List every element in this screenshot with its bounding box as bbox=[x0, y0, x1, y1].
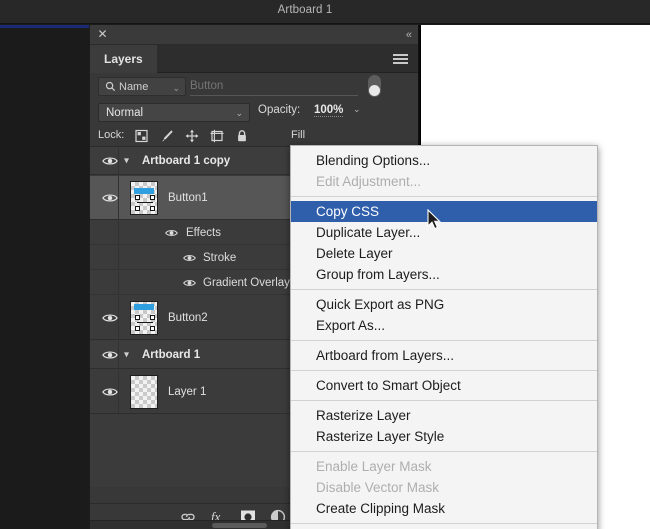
visibility-eye-icon[interactable] bbox=[183, 278, 196, 287]
layer-name: Effects bbox=[186, 226, 221, 239]
visibility-eye-icon[interactable] bbox=[183, 253, 196, 262]
layer-filter-row: Name ⌄ bbox=[90, 73, 418, 101]
filter-kind-dropdown[interactable]: Name ⌄ bbox=[98, 77, 186, 96]
opacity-value[interactable]: 100% bbox=[314, 104, 344, 117]
blue-guide-rule bbox=[0, 25, 89, 28]
visibility-eye-icon[interactable] bbox=[102, 192, 118, 203]
filter-name-input[interactable] bbox=[190, 77, 358, 96]
layer-name: Layer 1 bbox=[168, 385, 207, 398]
row-divider bbox=[118, 221, 119, 244]
brush-icon[interactable] bbox=[159, 128, 175, 144]
row-divider bbox=[118, 246, 119, 269]
menu-item-delete-layer[interactable]: Delete Layer bbox=[291, 243, 597, 264]
menu-item-group-from-layers[interactable]: Group from Layers... bbox=[291, 264, 597, 285]
mouse-cursor bbox=[427, 209, 441, 230]
menu-separator bbox=[291, 370, 597, 371]
menu-item-disable-vector-mask: Disable Vector Mask bbox=[316, 480, 440, 495]
menu-item-enable-layer-mask: Enable Layer Mask bbox=[316, 459, 432, 474]
row-divider bbox=[118, 176, 119, 219]
menu-separator bbox=[291, 523, 597, 524]
layer-context-menu[interactable]: Blending Options... Edit Adjustment... C… bbox=[290, 145, 598, 529]
artboard-nesting-icon[interactable] bbox=[209, 128, 225, 144]
menu-separator bbox=[291, 340, 597, 341]
layer-name: Gradient Overlay bbox=[203, 276, 290, 289]
layer-name: Artboard 1 bbox=[142, 348, 201, 361]
visibility-eye-icon[interactable] bbox=[102, 349, 118, 360]
lock-all-icon[interactable] bbox=[234, 128, 250, 144]
thumbnail-artboard-marks bbox=[135, 194, 155, 211]
menu-item-artboard-from-layers[interactable]: Artboard from Layers... bbox=[291, 345, 597, 366]
panel-top-bar: ✕ « bbox=[90, 25, 418, 45]
row-divider bbox=[118, 296, 119, 339]
layer-name: Stroke bbox=[203, 251, 237, 264]
thumbnail-blue-bar bbox=[134, 303, 154, 310]
lock-row: Lock: Fill bbox=[90, 125, 418, 147]
blend-mode-value: Normal bbox=[106, 107, 144, 119]
chevron-down-icon[interactable]: ▾ bbox=[124, 155, 129, 166]
menu-separator bbox=[291, 289, 597, 290]
row-divider bbox=[118, 341, 119, 368]
document-title-bar: Artboard 1 bbox=[0, 0, 650, 24]
filter-kind-label: Name bbox=[119, 81, 149, 93]
menu-item-quick-export-as-png[interactable]: Quick Export as PNG bbox=[291, 294, 597, 315]
transparent-pixels-icon[interactable] bbox=[134, 128, 150, 144]
row-divider bbox=[118, 271, 119, 294]
layer-name: Button2 bbox=[168, 311, 208, 324]
layer-thumbnail[interactable] bbox=[130, 300, 158, 335]
menu-item-copy-css[interactable]: Copy CSS bbox=[291, 201, 597, 222]
layer-name: Button1 bbox=[168, 191, 208, 204]
thumbnail-artboard-marks bbox=[135, 314, 155, 331]
close-icon[interactable]: ✕ bbox=[96, 28, 109, 41]
visibility-eye-icon[interactable] bbox=[102, 312, 118, 323]
menu-item-rasterize-layer[interactable]: Rasterize Layer bbox=[291, 405, 597, 426]
chevron-down-icon[interactable]: ▾ bbox=[124, 349, 129, 360]
menu-separator bbox=[291, 196, 597, 197]
menu-item-blending-options[interactable]: Blending Options... bbox=[291, 150, 597, 171]
row-divider bbox=[118, 370, 119, 413]
lock-label: Lock: bbox=[98, 129, 125, 141]
menu-separator bbox=[291, 451, 597, 452]
thumbnail-blue-bar bbox=[134, 187, 154, 194]
fill-label: Fill bbox=[291, 129, 306, 141]
menu-item-create-clipping-mask[interactable]: Create Clipping Mask bbox=[291, 498, 597, 519]
layer-thumbnail[interactable] bbox=[130, 374, 158, 409]
blend-mode-row: Normal ⌄ Opacity: 100% ⌄ bbox=[90, 101, 418, 125]
search-icon bbox=[105, 81, 116, 92]
row-divider bbox=[118, 147, 119, 174]
toggle-knob bbox=[369, 85, 380, 96]
blend-mode-dropdown[interactable]: Normal ⌄ bbox=[98, 103, 250, 122]
visibility-eye-icon[interactable] bbox=[102, 386, 118, 397]
collapse-panel-icon[interactable]: « bbox=[406, 27, 412, 43]
chevron-down-icon: ⌄ bbox=[172, 83, 180, 93]
menu-item-export-as[interactable]: Export As... bbox=[291, 315, 597, 336]
visibility-eye-icon[interactable] bbox=[165, 228, 178, 237]
layer-thumbnail[interactable] bbox=[130, 180, 158, 215]
tab-layers[interactable]: Layers bbox=[90, 45, 157, 73]
document-title: Artboard 1 bbox=[277, 4, 333, 16]
transparency-checker bbox=[131, 375, 157, 408]
chevron-down-icon[interactable]: ⌄ bbox=[353, 104, 361, 115]
scrollbar-thumb[interactable] bbox=[212, 523, 267, 528]
visibility-eye-icon[interactable] bbox=[102, 155, 118, 166]
menu-item-rasterize-layer-style[interactable]: Rasterize Layer Style bbox=[291, 426, 597, 447]
filter-enable-toggle[interactable] bbox=[368, 75, 381, 97]
chevron-down-icon: ⌄ bbox=[235, 108, 243, 118]
menu-item-convert-to-smart-object[interactable]: Convert to Smart Object bbox=[291, 375, 597, 396]
panel-tab-strip: Layers bbox=[90, 45, 418, 73]
menu-item-duplicate-layer[interactable]: Duplicate Layer... bbox=[291, 222, 597, 243]
layer-name: Artboard 1 copy bbox=[142, 154, 231, 167]
move-icon[interactable] bbox=[184, 128, 200, 144]
opacity-label: Opacity: bbox=[258, 104, 301, 116]
hamburger-menu-icon[interactable] bbox=[393, 54, 408, 64]
menu-separator bbox=[291, 400, 597, 401]
menu-item-edit-adjustment: Edit Adjustment... bbox=[316, 174, 422, 189]
